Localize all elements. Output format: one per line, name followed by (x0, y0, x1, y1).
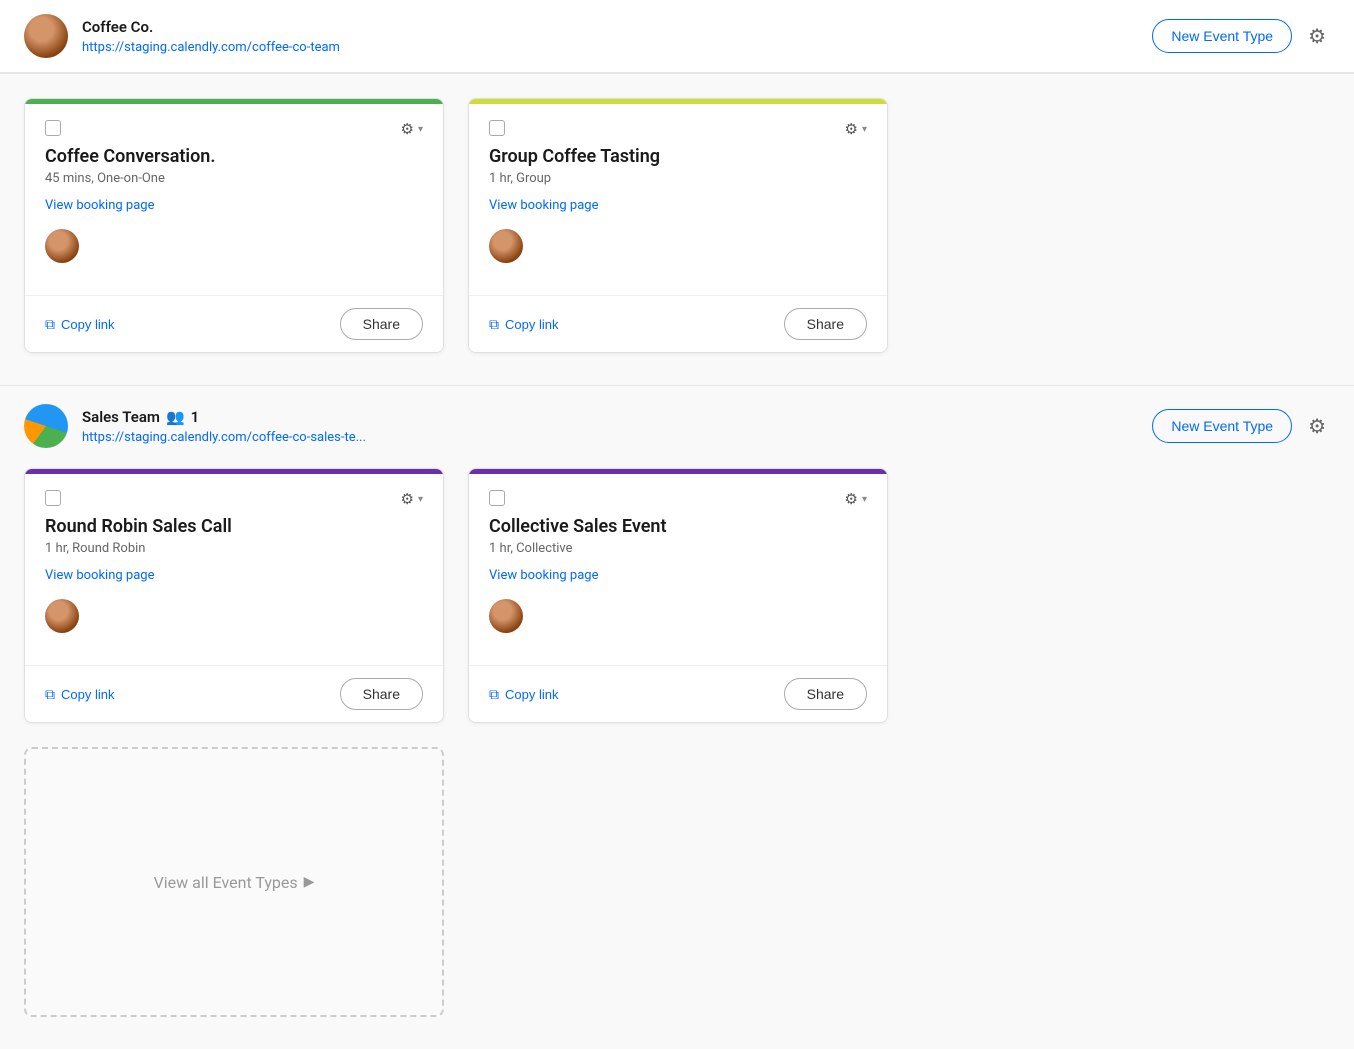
card4-avatar (489, 599, 523, 633)
org1-left: Coffee Co. https://staging.calendly.com/… (24, 14, 340, 58)
copy-icon: ⧉ (45, 686, 55, 703)
card4-share-button[interactable]: Share (784, 678, 867, 710)
card4-subtitle: 1 hr, Collective (489, 541, 867, 556)
card1-footer: ⧉ Copy link Share (25, 295, 443, 352)
card2-settings-button[interactable]: ⚙ ▾ (845, 120, 867, 138)
org2-name: Sales Team 👥 1 (82, 408, 366, 426)
card1-settings-button[interactable]: ⚙ ▾ (401, 120, 423, 138)
card2-body: ⚙ ▾ Group Coffee Tasting 1 hr, Group Vie… (469, 104, 887, 295)
card2-checkbox[interactable] (489, 120, 505, 136)
org1-info: Coffee Co. https://staging.calendly.com/… (82, 18, 340, 55)
gear-icon: ⚙ (845, 120, 858, 138)
card2-footer: ⧉ Copy link Share (469, 295, 887, 352)
chevron-down-icon: ▾ (418, 494, 423, 505)
org1-name: Coffee Co. (82, 18, 340, 36)
event-card-2: ⚙ ▾ Group Coffee Tasting 1 hr, Group Vie… (468, 98, 888, 353)
chevron-down-icon: ▾ (862, 124, 867, 135)
card4-footer: ⧉ Copy link Share (469, 665, 887, 722)
card3-copy-link-button[interactable]: ⧉ Copy link (45, 686, 114, 703)
card3-subtitle: 1 hr, Round Robin (45, 541, 423, 556)
card3-share-button[interactable]: Share (340, 678, 423, 710)
card1-title: Coffee Conversation. (45, 146, 423, 167)
org2-header: Sales Team 👥 1 https://staging.calendly.… (0, 386, 1354, 468)
org2-cards-grid: ⚙ ▾ Round Robin Sales Call 1 hr, Round R… (24, 468, 1330, 1017)
gear-icon: ⚙ (845, 490, 858, 508)
org1-settings-button[interactable]: ⚙ (1304, 20, 1330, 53)
arrow-right-icon: ▶ (304, 874, 315, 890)
card2-copy-label: Copy link (505, 317, 558, 332)
card3-header-row: ⚙ ▾ (45, 490, 423, 508)
org2-cards-section: ⚙ ▾ Round Robin Sales Call 1 hr, Round R… (0, 468, 1354, 1049)
org2-new-event-button[interactable]: New Event Type (1152, 409, 1292, 443)
org1-cards-grid: ⚙ ▾ Coffee Conversation. 45 mins, One-on… (24, 98, 1330, 353)
org2-member-count: 1 (191, 408, 200, 426)
event-card-4: ⚙ ▾ Collective Sales Event 1 hr, Collect… (468, 468, 888, 723)
card3-checkbox[interactable] (45, 490, 61, 506)
card1-avatar (45, 229, 79, 263)
copy-icon: ⧉ (45, 316, 55, 333)
card1-header-row: ⚙ ▾ (45, 120, 423, 138)
copy-icon: ⧉ (489, 686, 499, 703)
card1-body: ⚙ ▾ Coffee Conversation. 45 mins, One-on… (25, 104, 443, 295)
card3-avatar (45, 599, 79, 633)
org1-right: New Event Type ⚙ (1152, 19, 1330, 53)
org2-avatar (24, 404, 68, 448)
event-card-3: ⚙ ▾ Round Robin Sales Call 1 hr, Round R… (24, 468, 444, 723)
card4-copy-label: Copy link (505, 687, 558, 702)
card3-settings-button[interactable]: ⚙ ▾ (401, 490, 423, 508)
org1-url[interactable]: https://staging.calendly.com/coffee-co-t… (82, 40, 340, 55)
card2-header-row: ⚙ ▾ (489, 120, 867, 138)
card2-title: Group Coffee Tasting (489, 146, 867, 167)
card4-copy-link-button[interactable]: ⧉ Copy link (489, 686, 558, 703)
org1-avatar (24, 14, 68, 58)
chevron-down-icon: ▾ (862, 494, 867, 505)
card4-header-row: ⚙ ▾ (489, 490, 867, 508)
event-card-1: ⚙ ▾ Coffee Conversation. 45 mins, One-on… (24, 98, 444, 353)
card1-view-link[interactable]: View booking page (45, 198, 423, 213)
org2-left: Sales Team 👥 1 https://staging.calendly.… (24, 404, 366, 448)
card4-body: ⚙ ▾ Collective Sales Event 1 hr, Collect… (469, 474, 887, 665)
users-icon: 👥 (166, 408, 185, 426)
org2-url[interactable]: https://staging.calendly.com/coffee-co-s… (82, 430, 366, 445)
card3-title: Round Robin Sales Call (45, 516, 423, 537)
org2-info: Sales Team 👥 1 https://staging.calendly.… (82, 408, 366, 445)
card1-share-button[interactable]: Share (340, 308, 423, 340)
card2-share-button[interactable]: Share (784, 308, 867, 340)
org2-name-text: Sales Team (82, 408, 160, 426)
chevron-down-icon: ▾ (418, 124, 423, 135)
card3-footer: ⧉ Copy link Share (25, 665, 443, 722)
org1-header: Coffee Co. https://staging.calendly.com/… (0, 0, 1354, 73)
card2-view-link[interactable]: View booking page (489, 198, 867, 213)
view-all-text: View all Event Types ▶ (154, 873, 315, 892)
card2-avatar (489, 229, 523, 263)
copy-icon: ⧉ (489, 316, 499, 333)
gear-icon: ⚙ (1308, 26, 1326, 48)
card1-copy-label: Copy link (61, 317, 114, 332)
card4-checkbox[interactable] (489, 490, 505, 506)
org2-right: New Event Type ⚙ (1152, 409, 1330, 443)
org1-cards-section: ⚙ ▾ Coffee Conversation. 45 mins, One-on… (0, 74, 1354, 385)
view-all-event-types-card[interactable]: View all Event Types ▶ (24, 747, 444, 1017)
gear-icon: ⚙ (1308, 416, 1326, 438)
card1-checkbox[interactable] (45, 120, 61, 136)
card2-copy-link-button[interactable]: ⧉ Copy link (489, 316, 558, 333)
card4-view-link[interactable]: View booking page (489, 568, 867, 583)
card4-title: Collective Sales Event (489, 516, 867, 537)
org1-new-event-button[interactable]: New Event Type (1152, 19, 1292, 53)
card1-copy-link-button[interactable]: ⧉ Copy link (45, 316, 114, 333)
gear-icon: ⚙ (401, 120, 414, 138)
card3-view-link[interactable]: View booking page (45, 568, 423, 583)
view-all-label: View all Event Types (154, 873, 298, 892)
gear-icon: ⚙ (401, 490, 414, 508)
card1-subtitle: 45 mins, One-on-One (45, 171, 423, 186)
org2-settings-button[interactable]: ⚙ (1304, 410, 1330, 443)
card2-subtitle: 1 hr, Group (489, 171, 867, 186)
card3-body: ⚙ ▾ Round Robin Sales Call 1 hr, Round R… (25, 474, 443, 665)
card3-copy-label: Copy link (61, 687, 114, 702)
card4-settings-button[interactable]: ⚙ ▾ (845, 490, 867, 508)
